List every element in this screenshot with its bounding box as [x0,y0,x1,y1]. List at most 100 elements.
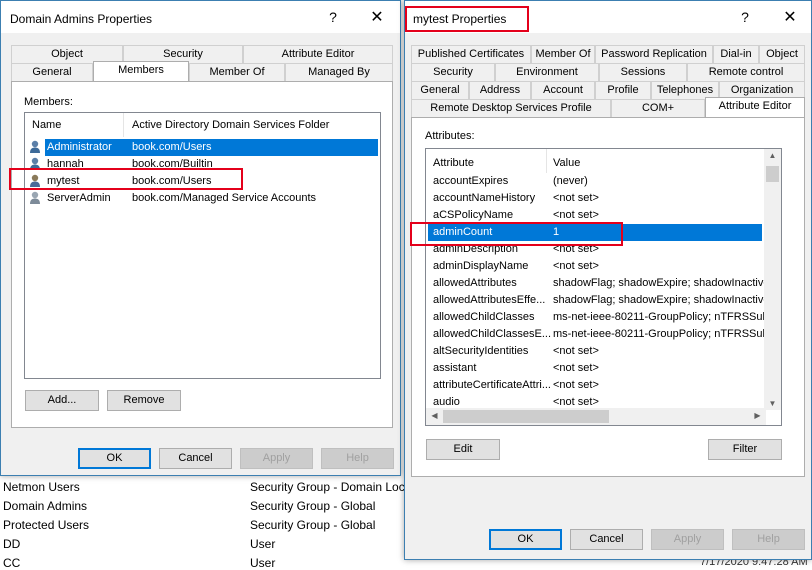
help-icon[interactable]: ? [735,9,755,25]
attribute-row[interactable]: altSecurityIdentities <not set> [428,343,762,360]
tab-member-of[interactable]: Member Of [531,45,595,63]
member-name: Administrator [47,141,112,153]
attribute-value: <not set> [553,362,599,374]
column-divider[interactable] [546,149,547,173]
attribute-row[interactable]: allowedChildClassesE... ms-net-ieee-80211… [428,326,774,343]
attribute-value: <not set> [553,260,599,272]
filter-button[interactable]: Filter [708,439,782,460]
tab-sessions[interactable]: Sessions [599,63,687,81]
title-bar[interactable]: Domain Admins Properties ? ✕ [1,1,400,33]
ok-button[interactable]: OK [78,448,151,469]
scroll-down-icon[interactable]: ▼ [764,399,781,408]
attribute-row[interactable]: assistant <not set> [428,360,762,377]
cancel-button[interactable]: Cancel [570,529,643,550]
attribute-name: audio [433,396,460,408]
scroll-right-icon[interactable]: ▶ [749,411,766,420]
tab-general[interactable]: General [11,63,93,81]
close-icon[interactable]: ✕ [367,7,387,27]
tab-security[interactable]: Security [411,63,495,81]
attribute-row[interactable]: adminDescription <not set> [428,241,762,258]
add-button[interactable]: Add... [25,390,99,411]
tab-com-plus[interactable]: COM+ [611,99,705,117]
column-name-header[interactable]: Name [32,119,61,131]
members-label: Members: [24,96,73,108]
column-divider[interactable] [123,113,124,137]
ok-button[interactable]: OK [489,529,562,550]
close-icon[interactable]: ✕ [780,7,800,27]
attribute-row[interactable]: allowedAttributesEffe... shadowFlag; shad… [428,292,769,309]
tab-attribute-editor[interactable]: Attribute Editor [243,45,393,63]
attribute-row[interactable]: attributeCertificateAttri... <not set> [428,377,762,394]
column-attribute-header[interactable]: Attribute [433,157,474,169]
table-row[interactable]: hannah book.com/Builtin [45,156,378,173]
edit-button[interactable]: Edit [426,439,500,460]
attribute-value: <not set> [553,379,599,391]
dialog-title: Domain Admins Properties [10,12,153,26]
tab-published-certificates[interactable]: Published Certificates [411,45,531,63]
tab-managed-by[interactable]: Managed By [285,63,393,81]
scroll-left-icon[interactable]: ◀ [426,411,443,420]
members-list[interactable]: Name Active Directory Domain Services Fo… [24,112,381,379]
service-account-icon [29,191,41,205]
tab-row-2: Security Environment Sessions Remote con… [411,63,805,81]
attribute-row[interactable]: allowedAttributes shadowFlag; shadowExpir… [428,275,769,292]
attributes-list[interactable]: Attribute Value accountExpires (never) acc… [425,148,782,426]
remove-button[interactable]: Remove [107,390,181,411]
horizontal-scrollbar[interactable]: ◀ ▶ [426,408,766,425]
scroll-up-icon[interactable]: ▲ [764,151,781,160]
list-item[interactable]: Protected Users Security Group - Global [0,516,420,535]
scroll-thumb[interactable] [766,166,779,182]
tab-address[interactable]: Address [469,81,531,99]
tab-remote-desktop-services-profile[interactable]: Remote Desktop Services Profile [411,99,611,117]
tab-profile[interactable]: Profile [595,81,651,99]
title-bar[interactable]: mytest Properties ? ✕ [405,1,811,33]
list-item[interactable]: Netmon Users Security Group - Domain Loc [0,478,420,497]
help-button[interactable]: Help [321,448,394,469]
attribute-row[interactable]: adminDisplayName <not set> [428,258,762,275]
tab-object[interactable]: Object [759,45,805,63]
tab-attribute-editor[interactable]: Attribute Editor [705,97,805,117]
attribute-value: <not set> [553,192,599,204]
list-item[interactable]: CC User [0,554,420,570]
member-name: hannah [47,158,84,170]
vertical-scrollbar[interactable]: ▲ ▼ [764,149,781,410]
attribute-row[interactable]: adminCount 1 [428,224,762,241]
tab-row-1: Published Certificates Member Of Passwor… [411,45,805,63]
table-row[interactable]: ServerAdmin book.com/Managed Service Acc… [45,190,378,207]
object-type: Security Group - Global [250,518,376,532]
tab-members[interactable]: Members [93,61,189,81]
tab-general[interactable]: General [411,81,469,99]
member-folder: book.com/Users [132,175,212,187]
member-name: mytest [47,175,80,187]
cancel-button[interactable]: Cancel [159,448,232,469]
tab-dial-in[interactable]: Dial-in [713,45,759,63]
help-button[interactable]: Help [732,529,805,550]
apply-button[interactable]: Apply [651,529,724,550]
tab-remote-control[interactable]: Remote control [687,63,805,81]
list-item[interactable]: Domain Admins Security Group - Global [0,497,420,516]
attribute-row[interactable]: accountNameHistory <not set> [428,190,762,207]
tab-password-replication[interactable]: Password Replication [595,45,713,63]
table-row[interactable]: Administrator book.com/Users [45,139,378,156]
tab-account[interactable]: Account [531,81,595,99]
tab-row-back: Object Security Attribute Editor [11,45,393,63]
scroll-thumb[interactable] [443,410,609,423]
attributes-label: Attributes: [425,130,475,142]
dialog-title: mytest Properties [413,12,507,26]
apply-button[interactable]: Apply [240,448,313,469]
attribute-value: <not set> [553,345,599,357]
user-icon [29,157,41,171]
help-icon[interactable]: ? [323,9,343,25]
column-folder-header[interactable]: Active Directory Domain Services Folder [132,119,329,131]
tab-environment[interactable]: Environment [495,63,599,81]
attribute-row[interactable]: aCSPolicyName <not set> [428,207,762,224]
list-item[interactable]: DD User [0,535,420,554]
object-type: User [250,537,276,551]
attribute-row[interactable]: allowedChildClasses ms-net-ieee-80211-Gro… [428,309,774,326]
column-value-header[interactable]: Value [553,157,580,169]
tab-member-of[interactable]: Member Of [189,63,285,81]
table-row[interactable]: mytest book.com/Users [45,173,378,190]
member-folder: book.com/Builtin [132,158,213,170]
attribute-row[interactable]: accountExpires (never) [428,173,762,190]
attribute-name: accountExpires [433,175,509,187]
